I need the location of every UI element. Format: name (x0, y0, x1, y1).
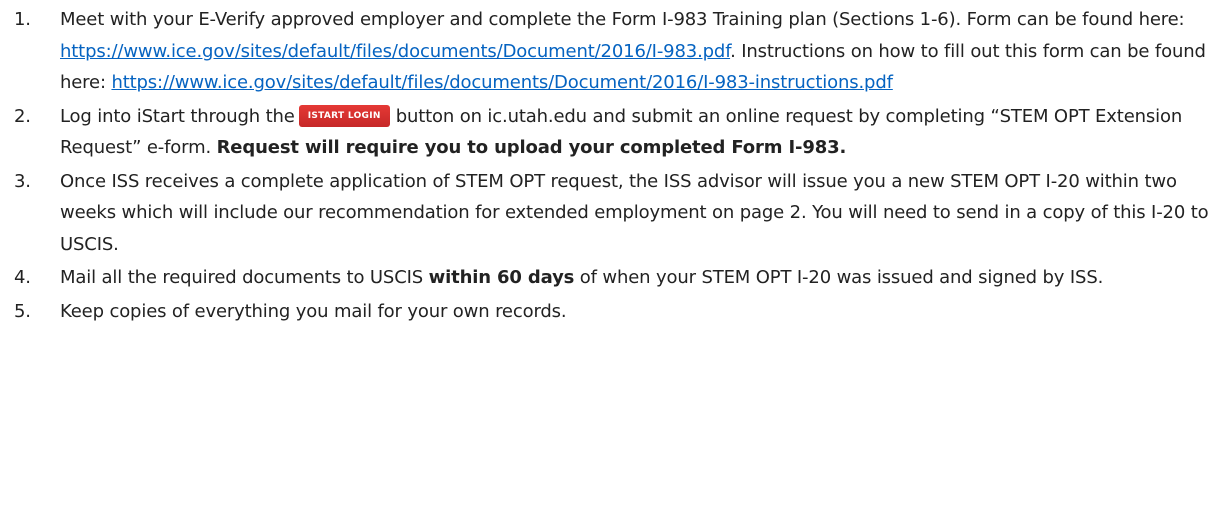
istart-login-button[interactable]: iSTART LOGIN (298, 104, 390, 127)
step-3: 3. Once ISS receives a complete applicat… (14, 166, 1209, 261)
step-number: 3. (14, 170, 31, 192)
step-1-text: Meet with your E-Verify approved employe… (60, 9, 1185, 30)
step-number: 5. (14, 300, 31, 322)
step-number: 2. (14, 105, 31, 127)
step-4-text-continued: of when your STEM OPT I-20 was issued an… (574, 267, 1104, 288)
step-4-deadline: within 60 days (428, 267, 575, 288)
step-3-text: Once ISS receives a complete application… (60, 170, 1209, 255)
step-2-bold-note: Request will require you to upload your … (216, 137, 847, 158)
step-2: 2. Log into iStart through the iSTART LOG… (14, 101, 1209, 164)
step-2-text: Log into iStart through the (60, 105, 295, 127)
step-number: 1. (14, 9, 31, 30)
step-5-text: Keep copies of everything you mail for y… (60, 300, 567, 322)
step-5: 5. Keep copies of everything you mail fo… (14, 296, 1209, 328)
step-4: 4. Mail all the required documents to US… (14, 262, 1209, 294)
document-page: 1. Meet with your E-Verify approved empl… (0, 0, 1219, 523)
i983-instructions-link[interactable]: https://www.ice.gov/sites/default/files/… (111, 72, 892, 93)
i983-form-link[interactable]: https://www.ice.gov/sites/default/files/… (60, 41, 730, 62)
step-1: 1. Meet with your E-Verify approved empl… (14, 4, 1209, 99)
instruction-steps-list: 1. Meet with your E-Verify approved empl… (14, 4, 1209, 327)
step-4-text: Mail all the required documents to USCIS (60, 267, 429, 288)
step-number: 4. (14, 267, 31, 288)
